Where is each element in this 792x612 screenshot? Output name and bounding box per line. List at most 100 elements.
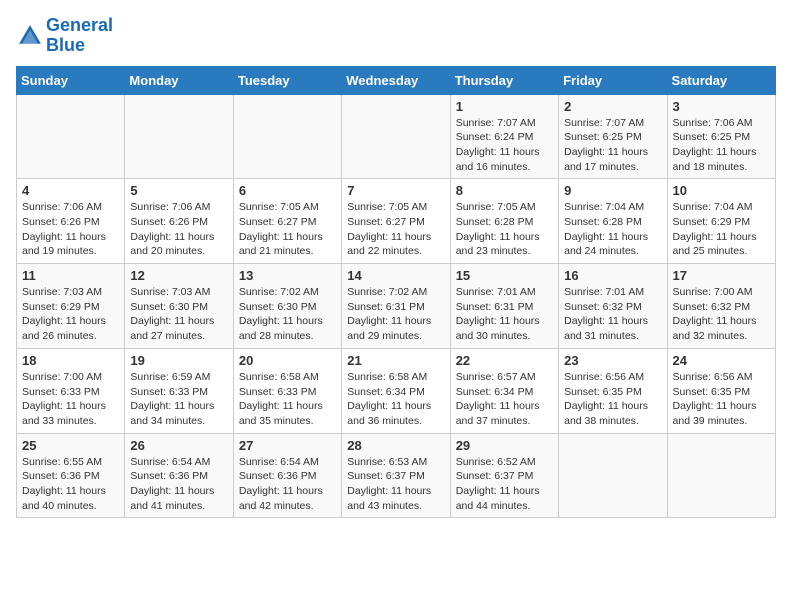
day-number: 24 [673, 353, 770, 368]
calendar-cell: 20Sunrise: 6:58 AMSunset: 6:33 PMDayligh… [233, 348, 341, 433]
calendar-cell: 11 Sunrise: 7:03 AMSunset: 6:29 PMDayligh… [17, 264, 125, 349]
calendar-cell: 18 Sunrise: 7:00 AMSunset: 6:33 PMDayligh… [17, 348, 125, 433]
logo-text: General Blue [46, 16, 113, 56]
day-number: 6 [239, 183, 336, 198]
calendar-cell: 13 Sunrise: 7:02 AMSunset: 6:30 PMDayligh… [233, 264, 341, 349]
day-info: Sunrise: 7:02 AMSunset: 6:31 PMDaylight:… [347, 285, 444, 344]
day-number: 5 [130, 183, 227, 198]
col-header-thursday: Thursday [450, 66, 558, 94]
col-header-sunday: Sunday [17, 66, 125, 94]
day-number: 18 [22, 353, 119, 368]
day-info: Sunrise: 7:05 AMSunset: 6:27 PMDaylight:… [239, 200, 336, 259]
calendar-cell: 29Sunrise: 6:52 AMSunset: 6:37 PMDayligh… [450, 433, 558, 518]
day-number: 17 [673, 268, 770, 283]
day-number: 2 [564, 99, 661, 114]
calendar-cell: 6 Sunrise: 7:05 AMSunset: 6:27 PMDaylight… [233, 179, 341, 264]
day-info: Sunrise: 6:56 AMSunset: 6:35 PMDaylight:… [564, 370, 661, 429]
logo: General Blue [16, 16, 113, 56]
calendar-cell: 1 Sunrise: 7:07 AMSunset: 6:24 PMDaylight… [450, 94, 558, 179]
calendar-cell: 27 Sunrise: 6:54 AMSunset: 6:36 PMDayligh… [233, 433, 341, 518]
calendar-cell [559, 433, 667, 518]
day-info: Sunrise: 7:06 AMSunset: 6:25 PMDaylight:… [673, 116, 770, 175]
day-number: 16 [564, 268, 661, 283]
day-info: Sunrise: 7:03 AMSunset: 6:30 PMDaylight:… [130, 285, 227, 344]
day-number: 22 [456, 353, 553, 368]
day-number: 15 [456, 268, 553, 283]
day-info: Sunrise: 7:07 AMSunset: 6:25 PMDaylight:… [564, 116, 661, 175]
day-number: 9 [564, 183, 661, 198]
day-info: Sunrise: 7:00 AMSunset: 6:33 PMDaylight:… [22, 370, 119, 429]
day-number: 20 [239, 353, 336, 368]
col-header-saturday: Saturday [667, 66, 775, 94]
day-info: Sunrise: 6:52 AMSunset: 6:37 PMDaylight:… [456, 455, 553, 514]
day-number: 26 [130, 438, 227, 453]
page-header: General Blue [16, 16, 776, 56]
calendar-cell: 22 Sunrise: 6:57 AMSunset: 6:34 PMDayligh… [450, 348, 558, 433]
calendar-cell: 10 Sunrise: 7:04 AMSunset: 6:29 PMDayligh… [667, 179, 775, 264]
day-number: 12 [130, 268, 227, 283]
day-number: 25 [22, 438, 119, 453]
day-info: Sunrise: 6:58 AMSunset: 6:34 PMDaylight:… [347, 370, 444, 429]
day-number: 23 [564, 353, 661, 368]
calendar-week-row: 18 Sunrise: 7:00 AMSunset: 6:33 PMDayligh… [17, 348, 776, 433]
calendar-week-row: 1 Sunrise: 7:07 AMSunset: 6:24 PMDaylight… [17, 94, 776, 179]
calendar-cell: 9 Sunrise: 7:04 AMSunset: 6:28 PMDaylight… [559, 179, 667, 264]
calendar-cell: 5Sunrise: 7:06 AMSunset: 6:26 PMDaylight… [125, 179, 233, 264]
calendar-week-row: 11 Sunrise: 7:03 AMSunset: 6:29 PMDayligh… [17, 264, 776, 349]
calendar-table: SundayMondayTuesdayWednesdayThursdayFrid… [16, 66, 776, 519]
calendar-cell: 17 Sunrise: 7:00 AMSunset: 6:32 PMDayligh… [667, 264, 775, 349]
day-info: Sunrise: 6:56 AMSunset: 6:35 PMDaylight:… [673, 370, 770, 429]
calendar-cell [342, 94, 450, 179]
calendar-cell: 2 Sunrise: 7:07 AMSunset: 6:25 PMDaylight… [559, 94, 667, 179]
calendar-cell: 4Sunrise: 7:06 AMSunset: 6:26 PMDaylight… [17, 179, 125, 264]
day-number: 28 [347, 438, 444, 453]
day-info: Sunrise: 7:07 AMSunset: 6:24 PMDaylight:… [456, 116, 553, 175]
day-info: Sunrise: 6:53 AMSunset: 6:37 PMDaylight:… [347, 455, 444, 514]
calendar-cell: 8 Sunrise: 7:05 AMSunset: 6:28 PMDaylight… [450, 179, 558, 264]
day-info: Sunrise: 7:00 AMSunset: 6:32 PMDaylight:… [673, 285, 770, 344]
day-info: Sunrise: 7:01 AMSunset: 6:32 PMDaylight:… [564, 285, 661, 344]
day-info: Sunrise: 6:54 AMSunset: 6:36 PMDaylight:… [239, 455, 336, 514]
calendar-week-row: 4Sunrise: 7:06 AMSunset: 6:26 PMDaylight… [17, 179, 776, 264]
day-info: Sunrise: 6:57 AMSunset: 6:34 PMDaylight:… [456, 370, 553, 429]
calendar-cell: 16 Sunrise: 7:01 AMSunset: 6:32 PMDayligh… [559, 264, 667, 349]
calendar-cell: 15 Sunrise: 7:01 AMSunset: 6:31 PMDayligh… [450, 264, 558, 349]
day-info: Sunrise: 7:04 AMSunset: 6:29 PMDaylight:… [673, 200, 770, 259]
day-number: 7 [347, 183, 444, 198]
calendar-cell: 28 Sunrise: 6:53 AMSunset: 6:37 PMDayligh… [342, 433, 450, 518]
calendar-cell [233, 94, 341, 179]
day-number: 27 [239, 438, 336, 453]
day-number: 4 [22, 183, 119, 198]
calendar-cell: 14Sunrise: 7:02 AMSunset: 6:31 PMDayligh… [342, 264, 450, 349]
calendar-cell [125, 94, 233, 179]
day-number: 11 [22, 268, 119, 283]
day-info: Sunrise: 6:54 AMSunset: 6:36 PMDaylight:… [130, 455, 227, 514]
calendar-cell: 7Sunrise: 7:05 AMSunset: 6:27 PMDaylight… [342, 179, 450, 264]
calendar-cell: 26 Sunrise: 6:54 AMSunset: 6:36 PMDayligh… [125, 433, 233, 518]
calendar-cell [667, 433, 775, 518]
day-info: Sunrise: 7:01 AMSunset: 6:31 PMDaylight:… [456, 285, 553, 344]
calendar-cell: 23 Sunrise: 6:56 AMSunset: 6:35 PMDayligh… [559, 348, 667, 433]
logo-icon [16, 22, 44, 50]
calendar-week-row: 25 Sunrise: 6:55 AMSunset: 6:36 PMDayligh… [17, 433, 776, 518]
calendar-cell: 12 Sunrise: 7:03 AMSunset: 6:30 PMDayligh… [125, 264, 233, 349]
day-info: Sunrise: 7:03 AMSunset: 6:29 PMDaylight:… [22, 285, 119, 344]
day-number: 1 [456, 99, 553, 114]
day-info: Sunrise: 7:04 AMSunset: 6:28 PMDaylight:… [564, 200, 661, 259]
calendar-header-row: SundayMondayTuesdayWednesdayThursdayFrid… [17, 66, 776, 94]
day-info: Sunrise: 7:05 AMSunset: 6:28 PMDaylight:… [456, 200, 553, 259]
day-info: Sunrise: 6:59 AMSunset: 6:33 PMDaylight:… [130, 370, 227, 429]
day-number: 3 [673, 99, 770, 114]
day-number: 10 [673, 183, 770, 198]
day-number: 8 [456, 183, 553, 198]
day-info: Sunrise: 6:55 AMSunset: 6:36 PMDaylight:… [22, 455, 119, 514]
col-header-friday: Friday [559, 66, 667, 94]
calendar-cell [17, 94, 125, 179]
day-number: 21 [347, 353, 444, 368]
day-info: Sunrise: 7:02 AMSunset: 6:30 PMDaylight:… [239, 285, 336, 344]
col-header-tuesday: Tuesday [233, 66, 341, 94]
calendar-cell: 21 Sunrise: 6:58 AMSunset: 6:34 PMDayligh… [342, 348, 450, 433]
calendar-cell: 25 Sunrise: 6:55 AMSunset: 6:36 PMDayligh… [17, 433, 125, 518]
calendar-cell: 3 Sunrise: 7:06 AMSunset: 6:25 PMDaylight… [667, 94, 775, 179]
day-number: 13 [239, 268, 336, 283]
